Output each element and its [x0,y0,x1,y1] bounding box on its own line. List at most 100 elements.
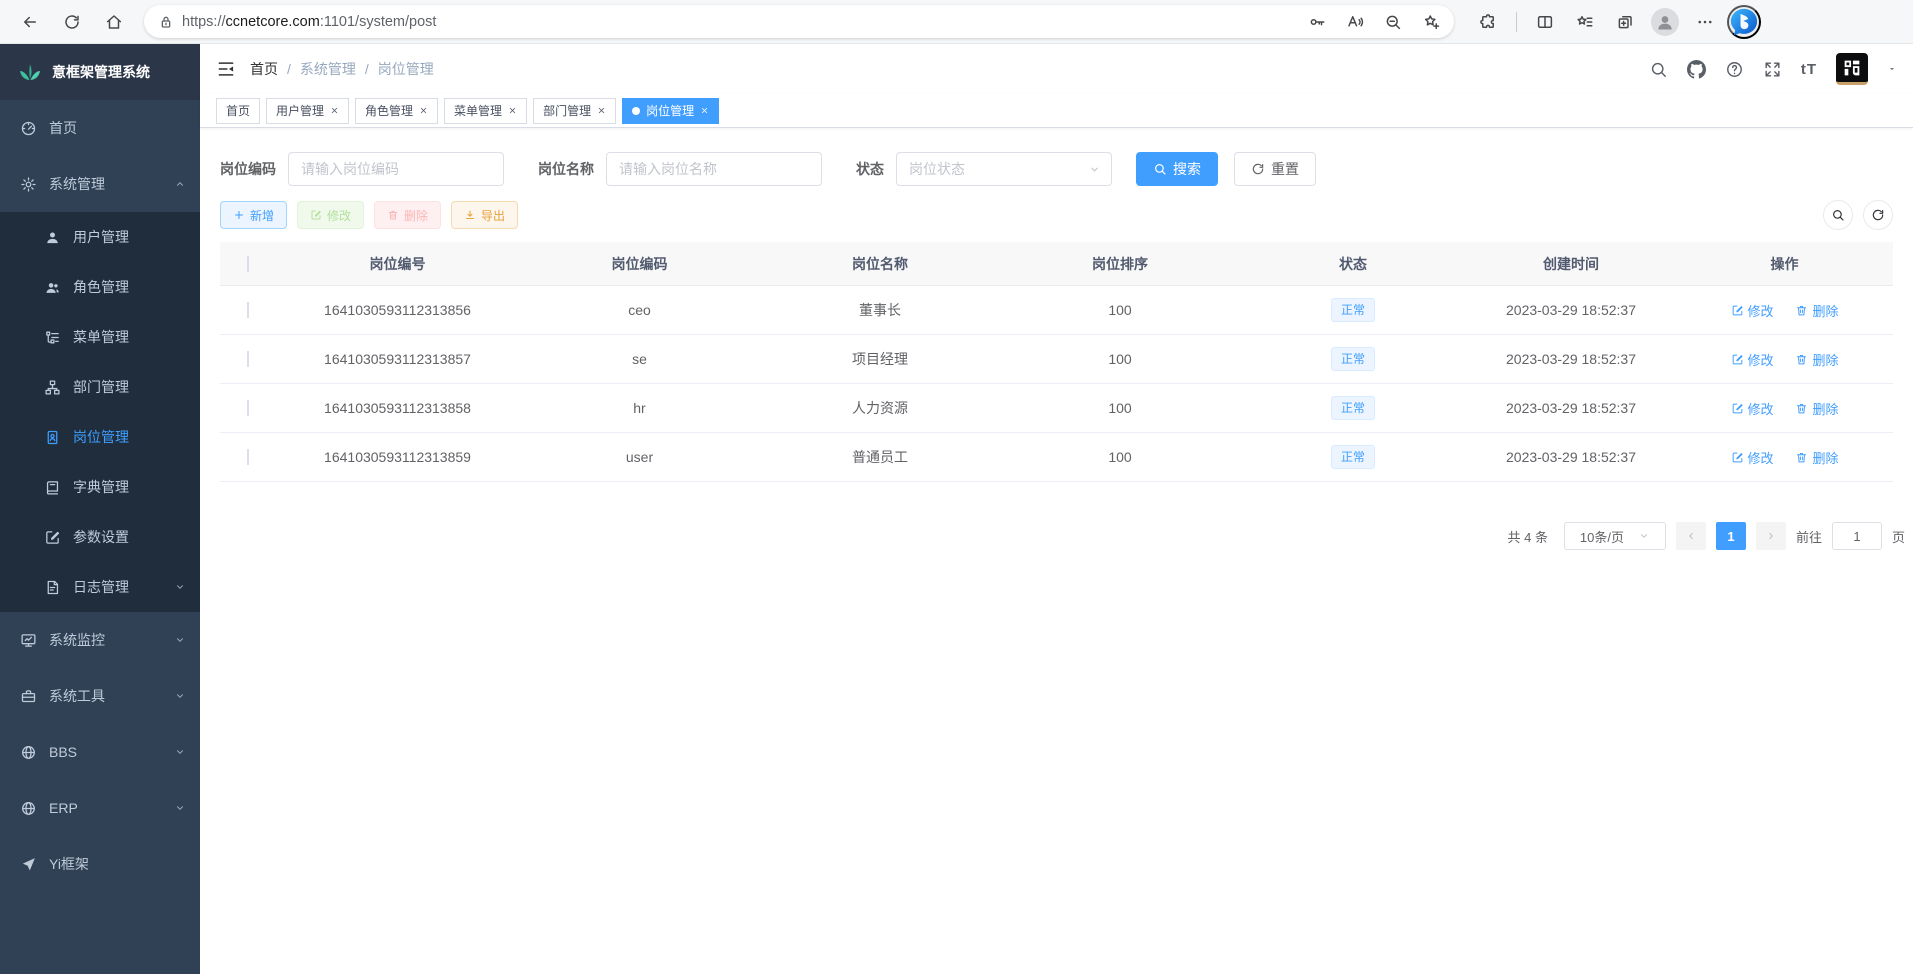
breadcrumb-system[interactable]: 系统管理 [300,59,356,79]
sidebar-item-system[interactable]: 系统管理 [0,156,200,212]
sidebar-item-log[interactable]: 日志管理 [0,562,200,612]
sidebar-item-monitor[interactable]: 系统监控 [0,612,200,668]
row-checkbox[interactable] [247,351,249,367]
next-page-button[interactable] [1756,522,1786,550]
table-row: 1641030593112313859 user 普通员工 100 正常 202… [220,433,1893,482]
row-checkbox[interactable] [247,449,249,465]
sidebar-item-bbs[interactable]: BBS [0,724,200,780]
tab-home[interactable]: 首页 [216,98,260,124]
browser-home-button[interactable] [96,5,132,39]
sidebar-item-dept[interactable]: 部门管理 [0,362,200,412]
row-edit-link[interactable]: 修改 [1731,350,1774,369]
help-icon[interactable] [1725,60,1744,79]
search-button[interactable]: 搜索 [1136,152,1218,186]
sidebar-item-config[interactable]: 参数设置 [0,512,200,562]
chevron-up-icon [174,178,186,190]
collections-icon[interactable] [1607,5,1643,39]
pagination: 共 4 条 10条/页 1 前往 页 [220,522,1905,550]
post-code-input[interactable] [288,152,504,186]
post-name-input[interactable] [606,152,822,186]
show-search-toggle-button[interactable] [1823,200,1853,230]
edit-button[interactable]: 修改 [297,201,364,229]
browser-refresh-button[interactable] [54,5,90,39]
browser-settings-more-icon[interactable] [1687,5,1723,39]
refresh-table-button[interactable] [1863,200,1893,230]
page-size-select[interactable]: 10条/页 [1564,522,1666,550]
row-delete-link[interactable]: 删除 [1795,399,1838,418]
user-icon [44,229,61,246]
chevron-down-icon [174,746,186,758]
post-badge-icon [44,429,61,446]
select-all-checkbox[interactable] [247,256,249,272]
fullscreen-icon[interactable] [1763,60,1782,79]
tab-post[interactable]: 岗位管理 [622,98,719,124]
delete-button[interactable]: 删除 [374,201,441,229]
sidebar-item-role[interactable]: 角色管理 [0,262,200,312]
row-checkbox[interactable] [247,400,249,416]
row-edit-link[interactable]: 修改 [1731,301,1774,320]
goto-page-input[interactable] [1832,522,1882,550]
goto-suffix: 页 [1892,527,1905,546]
export-button[interactable]: 导出 [451,201,518,229]
tab-menu[interactable]: 菜单管理 [444,98,527,124]
tab-dept[interactable]: 部门管理 [533,98,616,124]
bing-copilot-icon[interactable] [1727,5,1761,39]
chevron-down-icon [1638,530,1650,542]
favorites-icon[interactable] [1567,5,1603,39]
sidebar-item-tool[interactable]: 系统工具 [0,668,200,724]
row-delete-link[interactable]: 删除 [1795,301,1838,320]
sidebar-item-yiframe[interactable]: Yi框架 [0,836,200,892]
paper-plane-icon [20,856,37,873]
navbar-right-tools: tT [1649,53,1897,85]
zoom-icon[interactable] [1378,8,1408,36]
add-button[interactable]: 新增 [220,201,287,229]
sidebar-item-menu[interactable]: 菜单管理 [0,312,200,362]
menu-tree-icon [44,329,61,346]
user-avatar[interactable] [1836,53,1868,85]
browser-profile-avatar[interactable] [1647,5,1683,39]
close-icon[interactable] [419,106,428,115]
read-aloud-icon[interactable] [1340,8,1370,36]
post-table: 岗位编号 岗位编码 岗位名称 岗位排序 状态 创建时间 操作 164103059… [220,242,1893,482]
tab-user[interactable]: 用户管理 [266,98,349,124]
site-lock-icon[interactable] [158,14,174,30]
reset-button[interactable]: 重置 [1234,152,1316,186]
split-screen-icon[interactable] [1527,5,1563,39]
status-badge: 正常 [1331,347,1375,371]
row-edit-link[interactable]: 修改 [1731,399,1774,418]
url-text[interactable]: https://ccnetcore.com:1101/system/post [182,14,1294,30]
prev-page-button[interactable] [1676,522,1706,550]
status-badge: 正常 [1331,396,1375,420]
password-key-icon[interactable] [1302,8,1332,36]
sidebar-item-erp[interactable]: ERP [0,780,200,836]
table-row: 1641030593112313857 se 项目经理 100 正常 2023-… [220,335,1893,384]
text-size-icon[interactable]: tT [1801,61,1817,78]
sidebar-item-post[interactable]: 岗位管理 [0,412,200,462]
favorite-add-icon[interactable] [1416,8,1446,36]
header-search-icon[interactable] [1649,60,1668,79]
tab-role[interactable]: 角色管理 [355,98,438,124]
sidebar-item-dict[interactable]: 字典管理 [0,462,200,512]
close-icon[interactable] [330,106,339,115]
avatar-caret-icon[interactable] [1887,64,1897,74]
tags-view-bar: 首页 用户管理 角色管理 菜单管理 部门管理 岗位管理 [200,94,1913,128]
close-icon[interactable] [508,106,517,115]
toolbox-icon [20,688,37,705]
page-number-button[interactable]: 1 [1716,522,1746,550]
github-icon[interactable] [1687,60,1706,79]
close-icon[interactable] [597,106,606,115]
row-delete-link[interactable]: 删除 [1795,448,1838,467]
row-edit-link[interactable]: 修改 [1731,448,1774,467]
breadcrumb-home[interactable]: 首页 [250,59,278,79]
close-icon[interactable] [700,106,709,115]
trash-icon [387,209,399,221]
sidebar-item-user[interactable]: 用户管理 [0,212,200,262]
status-select[interactable]: 岗位状态 [896,152,1112,186]
row-checkbox[interactable] [247,302,249,318]
sidebar-fold-icon[interactable] [216,59,236,79]
extensions-icon[interactable] [1470,5,1506,39]
address-bar[interactable]: https://ccnetcore.com:1101/system/post [144,5,1454,38]
row-delete-link[interactable]: 删除 [1795,350,1838,369]
sidebar-item-home[interactable]: 首页 [0,100,200,156]
browser-back-button[interactable] [12,5,48,39]
